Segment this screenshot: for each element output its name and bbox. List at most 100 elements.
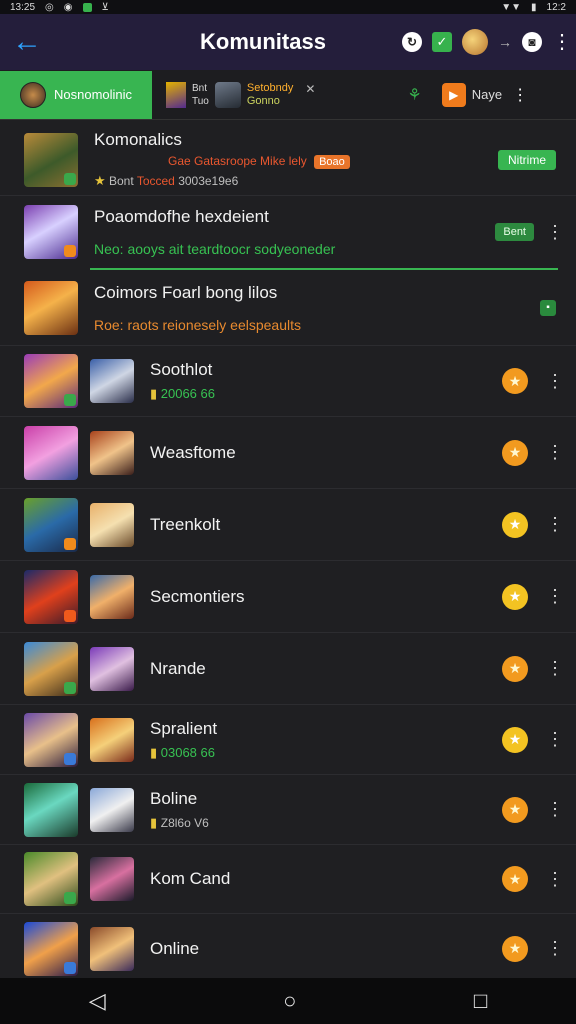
game-thumbnail (24, 280, 78, 335)
list-item-text: Soothlot ▮ 20066 66 (150, 360, 502, 402)
game-icon (166, 81, 186, 108)
more-vert-icon[interactable]: ⋮ (546, 938, 564, 959)
game-thumbnail (24, 852, 78, 906)
list-item-sub: Gae Gatasroope Mike lely Boao (94, 154, 498, 169)
refresh-icon[interactable]: ↻ (402, 32, 422, 52)
game-thumbnail (24, 712, 78, 767)
more-vert-icon[interactable]: ⋮ (546, 586, 564, 607)
tab-mid-line2: Tuo (192, 95, 209, 107)
game-thumbnail (24, 782, 78, 837)
list-item-text: Nrande (150, 659, 502, 679)
tab-right-label: Naye (471, 87, 503, 102)
list-item-meta: ▮ 03068 66 (150, 745, 502, 761)
more-vert-icon[interactable]: ⋮ (512, 85, 528, 105)
game-thumbnail (24, 132, 78, 187)
check-icon[interactable]: ✓ (432, 32, 452, 52)
list-item[interactable]: Coimors Foarl bong lilos Roe: raots reio… (0, 270, 576, 346)
list-item-title: Komonalics (94, 130, 182, 149)
small-status-icon[interactable]: ▪ (540, 299, 556, 316)
list-item-title: Secmontiers (150, 586, 245, 606)
tab-active[interactable]: Nosnomolinic (0, 70, 152, 119)
star-icon[interactable]: ★ (502, 368, 528, 394)
back-arrow-icon[interactable]: ← (12, 27, 44, 57)
coin-icon: ▮ (150, 814, 161, 830)
star-icon[interactable]: ★ (502, 726, 528, 753)
tab-mid-title: Setobndy (246, 81, 294, 94)
list-item-meta: ▮ Z8l6o V6 (150, 815, 502, 831)
game-thumbnail (24, 497, 78, 552)
download-icon: ⊻ (101, 1, 109, 13)
avatar[interactable] (462, 29, 488, 55)
list-item-text: Kom Cand (150, 869, 502, 889)
community-list: Komonalics Gae Gatasroope Mike lely Boao… (0, 120, 576, 983)
more-vert-icon[interactable]: ⋮ (546, 869, 564, 890)
list-item[interactable]: Secmontiers ★ ⋮ (0, 561, 576, 633)
list-item-title: Spralient (150, 718, 218, 738)
list-item-text: Spralient ▮ 03068 66 (150, 719, 502, 761)
list-item-meta: ▮ 20066 66 (150, 386, 502, 402)
app-bar-actions: ↻ ✓ → ◙ ⋮ (402, 29, 572, 55)
character-avatar (90, 430, 134, 475)
game-thumbnail (24, 641, 78, 696)
star-icon[interactable]: ★ (502, 796, 528, 823)
tab-secondary-title: Setobndy Gonno (247, 82, 293, 108)
list-item[interactable]: Komonalics Gae Gatasroope Mike lely Boao… (0, 124, 576, 196)
app-icon (82, 2, 92, 12)
wifi-icon: ▼▼ (501, 1, 522, 13)
status-badge[interactable]: Bent (495, 223, 534, 241)
list-item[interactable]: Boline ▮ Z8l6o V6 ★ ⋮ (0, 775, 576, 845)
list-item[interactable]: Weasftome ★ ⋮ (0, 417, 576, 489)
more-vert-icon[interactable]: ⋮ (552, 32, 572, 52)
chevron-right-icon[interactable]: → (498, 34, 512, 50)
list-item-title: Kom Cand (150, 869, 231, 888)
list-item[interactable]: Soothlot ▮ 20066 66 ★ ⋮ (0, 346, 576, 417)
character-avatar (90, 857, 134, 901)
list-item-title: Online (150, 938, 200, 958)
list-item-text: Treenkolt (150, 515, 502, 535)
status-badge[interactable]: Nitrime (498, 149, 556, 170)
more-vert-icon[interactable]: ⋮ (546, 222, 564, 243)
recents-square-icon[interactable]: □ (474, 988, 487, 1014)
list-item[interactable]: Treenkolt ★ ⋮ (0, 489, 576, 561)
close-icon[interactable]: ✕ (305, 82, 315, 96)
more-vert-icon[interactable]: ⋮ (546, 799, 564, 820)
star-icon[interactable]: ★ (502, 935, 528, 962)
list-item-title: Nrande (150, 658, 206, 678)
character-avatar (90, 926, 134, 971)
character-avatar (90, 646, 134, 691)
list-item[interactable]: Poaomdofhe hexdeient Neo: aooys ait tear… (0, 196, 576, 268)
coin-icon: ▮ (150, 744, 161, 760)
list-item[interactable]: Spralient ▮ 03068 66 ★ ⋮ (0, 705, 576, 775)
list-item-meta: ★ Bont Tocced 3003e19e6 (94, 173, 498, 189)
list-item-text: Komonalics Gae Gatasroope Mike lely Boao… (94, 130, 498, 189)
character-avatar (90, 717, 134, 762)
star-icon[interactable]: ★ (502, 655, 528, 682)
list-item[interactable]: Kom Cand ★ ⋮ (0, 845, 576, 914)
page-title: Komunitass (200, 29, 326, 54)
star-icon[interactable]: ★ (502, 866, 528, 892)
settings-icon[interactable]: ◙ (522, 32, 542, 52)
meta-1: Bont (109, 174, 134, 188)
status-time-left: 13:25 (10, 1, 36, 13)
more-vert-icon[interactable]: ⋮ (546, 371, 564, 392)
game-thumbnail (24, 354, 78, 408)
star-icon[interactable]: ★ (502, 439, 528, 466)
leaf-icon[interactable]: ⚘ (407, 85, 421, 105)
more-vert-icon[interactable]: ⋮ (546, 658, 564, 679)
tab-secondary[interactable]: Bnt Tuo Setobndy Gonno ✕ (152, 81, 315, 108)
tab-secondary-meta: Bnt Tuo (192, 82, 209, 108)
more-vert-icon[interactable]: ⋮ (546, 442, 564, 463)
system-nav-bar: ◁ ○ □ (0, 978, 576, 1024)
list-item[interactable]: Nrande ★ ⋮ (0, 633, 576, 705)
list-item-text: Coimors Foarl bong lilos Roe: raots reio… (94, 283, 540, 333)
list-item[interactable]: Online ★ ⋮ (0, 914, 576, 983)
coin-icon: ▮ (150, 386, 161, 401)
tab-right[interactable]: ▶ Naye ⋮ (441, 82, 528, 107)
star-icon[interactable]: ★ (502, 583, 528, 610)
more-vert-icon[interactable]: ⋮ (546, 514, 564, 535)
list-item-subtitle: Neo: aooys ait teardtoocr sodyeoneder (94, 241, 336, 257)
home-circle-icon[interactable]: ○ (283, 988, 296, 1014)
back-triangle-icon[interactable]: ◁ (89, 988, 106, 1014)
more-vert-icon[interactable]: ⋮ (546, 729, 564, 750)
star-icon[interactable]: ★ (502, 511, 528, 538)
